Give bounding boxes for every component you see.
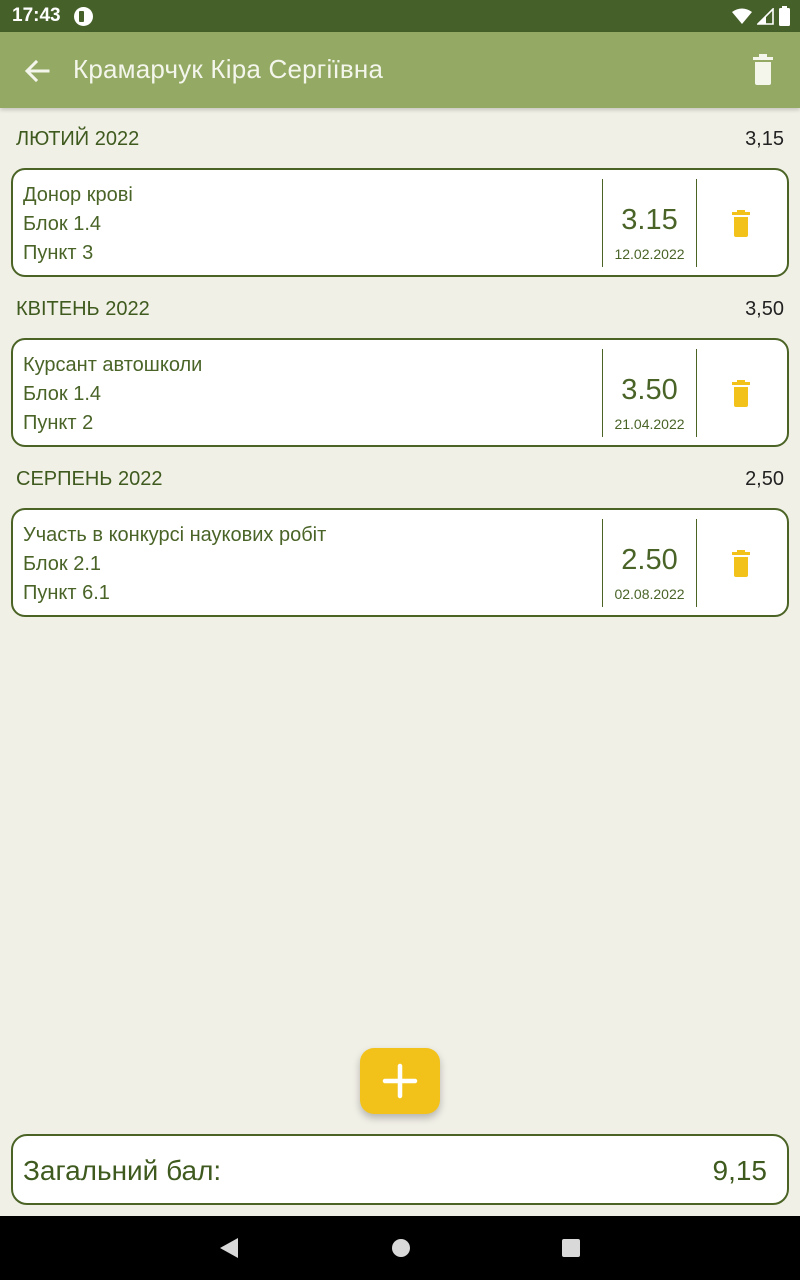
entry-points: 3.15 bbox=[621, 204, 678, 236]
trash-icon bbox=[753, 54, 773, 85]
month-section: СЕРПЕНЬ 2022 2,50 Участь в конкурсі наук… bbox=[0, 448, 800, 618]
app-bar: Крамарчук Кіра Сергіївна bbox=[0, 32, 800, 108]
entry-date: 12.02.2022 bbox=[614, 246, 685, 262]
total-label: Загальний бал: bbox=[23, 1155, 222, 1186]
entry-description: Донор крові Блок 1.4 Пункт 3 bbox=[23, 181, 133, 268]
entry-date: 02.08.2022 bbox=[614, 586, 685, 602]
month-sum: 3,15 bbox=[745, 128, 784, 150]
delete-entry-button[interactable] bbox=[728, 380, 754, 408]
section-header: СЕРПЕНЬ 2022 2,50 bbox=[16, 468, 784, 492]
month-title: КВІТЕНЬ 2022 bbox=[16, 298, 150, 320]
arrow-left-icon bbox=[24, 59, 50, 83]
divider bbox=[696, 179, 697, 267]
section-header: ЛЮТИЙ 2022 3,15 bbox=[16, 128, 784, 152]
month-title: ЛЮТИЙ 2022 bbox=[16, 128, 140, 150]
delete-all-button[interactable] bbox=[748, 54, 778, 86]
entry-description: Курсант автошколи Блок 1.4 Пункт 2 bbox=[23, 351, 202, 438]
entry-card[interactable]: Курсант автошколи Блок 1.4 Пункт 2 3.50 … bbox=[11, 338, 789, 447]
status-bar: 17:43 bbox=[0, 0, 800, 32]
system-navigation-bar bbox=[0, 1216, 800, 1280]
month-section: ЛЮТИЙ 2022 3,15 Донор крові Блок 1.4 Пун… bbox=[0, 108, 800, 278]
delete-entry-button[interactable] bbox=[728, 550, 754, 578]
trash-icon bbox=[732, 380, 750, 407]
page-title: Крамарчук Кіра Сергіївна bbox=[73, 54, 384, 84]
nav-recents-icon[interactable] bbox=[561, 1237, 581, 1259]
entry-description: Участь в конкурсі наукових робіт Блок 2.… bbox=[23, 521, 326, 608]
status-time: 17:43 bbox=[12, 5, 61, 26]
section-header: КВІТЕНЬ 2022 3,50 bbox=[16, 298, 784, 322]
system-icons bbox=[732, 6, 790, 26]
entry-date: 21.04.2022 bbox=[614, 416, 685, 432]
entry-name: Курсант автошколи bbox=[23, 354, 203, 376]
entry-name: Донор крові bbox=[23, 184, 133, 206]
delete-entry-button[interactable] bbox=[728, 210, 754, 238]
month-sum: 2,50 bbox=[745, 468, 784, 490]
entry-item: Пункт 3 bbox=[23, 242, 94, 264]
signal-icon bbox=[757, 7, 774, 25]
total-score-panel: Загальний бал: 9,15 bbox=[11, 1134, 789, 1205]
nav-home-icon[interactable] bbox=[390, 1237, 412, 1259]
add-entry-button[interactable] bbox=[360, 1048, 440, 1114]
nav-back-icon[interactable] bbox=[219, 1237, 239, 1259]
entry-block: Блок 2.1 bbox=[23, 553, 102, 575]
app-notification-icon bbox=[74, 7, 93, 26]
entry-name: Участь в конкурсі наукових робіт bbox=[23, 524, 327, 546]
month-sum: 3,50 bbox=[745, 298, 784, 320]
divider bbox=[696, 349, 697, 437]
month-section: КВІТЕНЬ 2022 3,50 Курсант автошколи Блок… bbox=[0, 278, 800, 448]
entry-card[interactable]: Донор крові Блок 1.4 Пункт 3 3.15 12.02.… bbox=[11, 168, 789, 277]
entry-block: Блок 1.4 bbox=[23, 213, 102, 235]
plus-icon bbox=[382, 1063, 418, 1099]
entry-points: 2.50 bbox=[621, 544, 678, 576]
total-value: 9,15 bbox=[712, 1155, 768, 1186]
entry-item: Пункт 2 bbox=[23, 412, 94, 434]
back-button[interactable] bbox=[20, 54, 54, 88]
trash-icon bbox=[732, 550, 750, 577]
entry-item: Пункт 6.1 bbox=[23, 582, 110, 604]
month-title: СЕРПЕНЬ 2022 bbox=[16, 468, 163, 490]
entry-card[interactable]: Участь в конкурсі наукових робіт Блок 2.… bbox=[11, 508, 789, 617]
entries-list: ЛЮТИЙ 2022 3,15 Донор крові Блок 1.4 Пун… bbox=[0, 108, 800, 618]
wifi-icon bbox=[732, 8, 752, 24]
battery-icon bbox=[779, 6, 790, 26]
trash-icon bbox=[732, 210, 750, 237]
entry-block: Блок 1.4 bbox=[23, 383, 102, 405]
divider bbox=[696, 519, 697, 607]
entry-points: 3.50 bbox=[621, 374, 678, 406]
